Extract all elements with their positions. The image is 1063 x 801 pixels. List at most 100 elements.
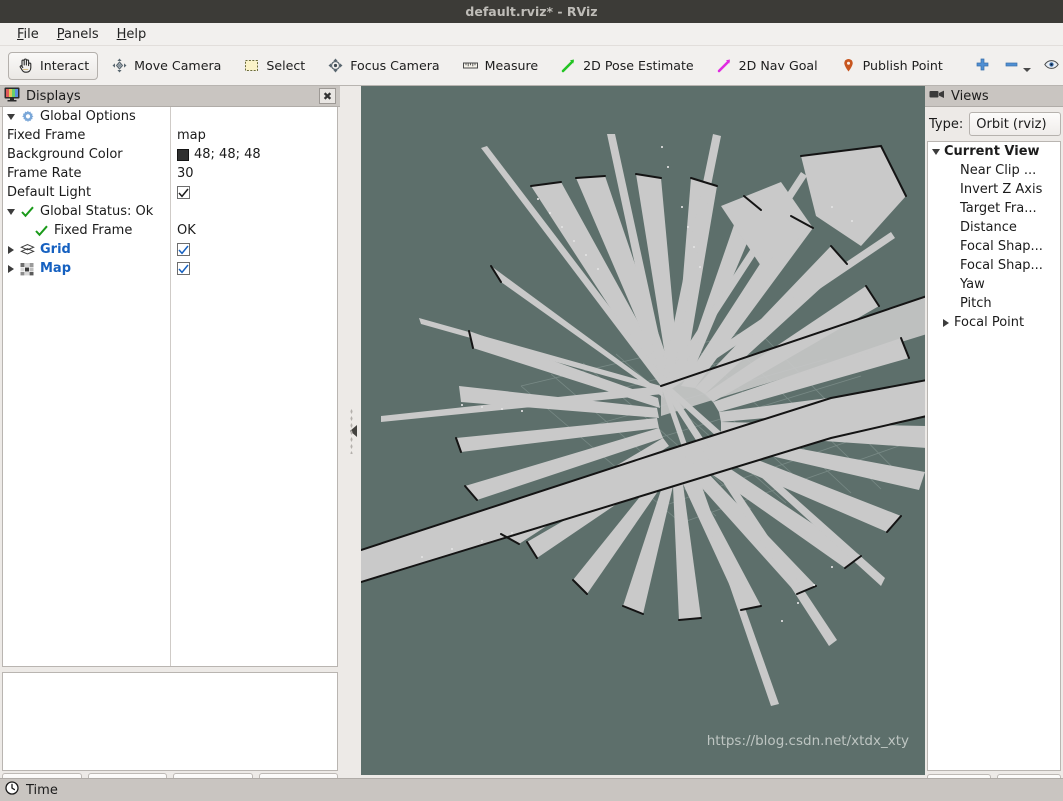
views-label: Focal Shap... [944, 239, 1043, 254]
views-panel-title: Views [951, 89, 989, 104]
menu-help[interactable]: Help [108, 25, 156, 44]
views-label: Distance [944, 220, 1017, 235]
time-panel-title: Time [26, 783, 58, 798]
views-row-focal-shape-fixed[interactable]: Focal Shap... [928, 256, 1060, 275]
views-row-near-clip[interactable]: Near Clip ... [928, 161, 1060, 180]
views-row-pitch[interactable]: Pitch [928, 294, 1060, 313]
expander-down-icon[interactable] [3, 114, 19, 120]
tree-label: Fixed Frame [3, 128, 85, 143]
views-row-target-frame[interactable]: Target Fra... [928, 199, 1060, 218]
tree-row-map[interactable]: Map [3, 259, 337, 278]
tree-label: Global Options [36, 109, 136, 124]
close-icon[interactable]: ✖ [319, 88, 336, 104]
visibility-button[interactable] [1037, 54, 1063, 77]
grid-layers-icon [19, 243, 36, 257]
tree-row-fixed-frame[interactable]: Fixed Frame map [3, 126, 337, 145]
3d-render-view[interactable]: https://blog.csdn.net/xtdx_xty [361, 86, 925, 775]
chevron-down-icon [1023, 68, 1031, 72]
tree-row-background-color[interactable]: Background Color 48; 48; 48 [3, 145, 337, 164]
window-titlebar: default.rviz* - RViz [0, 0, 1063, 23]
views-label: Pitch [944, 296, 992, 311]
tree-row-grid[interactable]: Grid [3, 240, 337, 259]
views-row-current-view[interactable]: Current View [928, 142, 1060, 161]
displays-tree[interactable]: Global Options Fixed Frame map Backgroun… [2, 107, 338, 667]
view-type-select[interactable]: Orbit (rviz) [969, 112, 1061, 136]
frame-rate-value: 30 [177, 166, 194, 181]
view-type-row: Type: Orbit (rviz) [925, 107, 1063, 141]
tree-row-global-status[interactable]: Global Status: Ok [3, 202, 337, 221]
color-swatch[interactable] [177, 149, 189, 161]
map-checkbox[interactable] [177, 262, 190, 275]
tree-value[interactable] [177, 243, 190, 256]
check-green-icon [19, 206, 36, 218]
magenta-arrow-icon [716, 57, 733, 74]
views-row-invert-z-axis[interactable]: Invert Z Axis [928, 180, 1060, 199]
tool-focus-camera-label: Focus Camera [350, 58, 439, 73]
views-dock: Views Type: Orbit (rviz) Current View Ne… [925, 86, 1063, 801]
views-row-focal-point[interactable]: Focal Point [928, 313, 1060, 332]
tree-row-status-fixed-frame[interactable]: Fixed Frame OK [3, 221, 337, 240]
tool-interact-label: Interact [40, 58, 89, 73]
tree-value[interactable]: 30 [177, 166, 194, 181]
grid-checkbox[interactable] [177, 243, 190, 256]
tree-value[interactable]: map [177, 128, 206, 143]
expander-right-icon[interactable] [938, 319, 954, 327]
default-light-checkbox[interactable] [177, 186, 190, 199]
ruler-icon [462, 57, 479, 74]
remove-tool-button[interactable] [997, 54, 1037, 77]
tool-2d-nav-goal[interactable]: 2D Nav Goal [707, 52, 827, 80]
gear-icon [19, 110, 36, 124]
tree-row-frame-rate[interactable]: Frame Rate 30 [3, 164, 337, 183]
expander-right-icon[interactable] [3, 246, 19, 254]
view-type-label: Type: [929, 117, 963, 132]
tool-select[interactable]: Select [234, 52, 314, 80]
time-panel-header: Time [0, 778, 1063, 801]
green-arrow-icon [560, 57, 577, 74]
views-row-distance[interactable]: Distance [928, 218, 1060, 237]
tree-value[interactable]: 48; 48; 48 [177, 147, 261, 162]
views-row-focal-shape-size[interactable]: Focal Shap... [928, 237, 1060, 256]
clock-icon [5, 781, 19, 799]
tree-label: Fixed Frame [50, 223, 132, 238]
left-panel-collapse-handle[interactable] [348, 86, 359, 775]
views-panel-header: Views [925, 86, 1063, 107]
background-color-value: 48; 48; 48 [194, 147, 261, 162]
tree-row-global-options[interactable]: Global Options [3, 107, 337, 126]
tree-value: OK [177, 223, 196, 238]
menu-panels[interactable]: Panels [48, 25, 108, 44]
expander-right-icon[interactable] [3, 265, 19, 273]
expander-down-icon[interactable] [928, 149, 944, 155]
expander-down-icon[interactable] [3, 209, 19, 215]
check-green-icon [33, 225, 50, 237]
minus-icon [1003, 56, 1020, 73]
tree-label: Frame Rate [3, 166, 81, 181]
tool-2d-pose-estimate[interactable]: 2D Pose Estimate [551, 52, 703, 80]
tool-publish-point[interactable]: Publish Point [831, 52, 952, 80]
tree-value[interactable] [177, 262, 190, 275]
display-properties-pane[interactable] [2, 672, 338, 771]
tool-move-camera[interactable]: Move Camera [102, 52, 230, 80]
views-label: Focal Shap... [944, 258, 1043, 273]
tool-measure-label: Measure [485, 58, 539, 73]
tree-row-default-light[interactable]: Default Light [3, 183, 337, 202]
tree-label: Map [36, 261, 71, 276]
views-label: Current View [944, 144, 1040, 159]
displays-panel-title: Displays [26, 89, 81, 104]
tool-interact[interactable]: Interact [8, 52, 98, 80]
tool-focus-camera[interactable]: Focus Camera [318, 52, 448, 80]
main-body: https://blog.csdn.net/xtdx_xty [0, 86, 1063, 801]
views-label: Yaw [944, 277, 985, 292]
views-row-yaw[interactable]: Yaw [928, 275, 1060, 294]
hand-pointer-icon [17, 57, 34, 74]
tool-2d-pose-estimate-label: 2D Pose Estimate [583, 58, 694, 73]
menu-file[interactable]: File [8, 25, 48, 44]
tree-label: Default Light [3, 185, 91, 200]
add-tool-button[interactable] [968, 54, 997, 77]
tool-move-camera-label: Move Camera [134, 58, 221, 73]
views-label: Near Clip ... [944, 163, 1036, 178]
tool-measure[interactable]: Measure [453, 52, 548, 80]
views-tree[interactable]: Current View Near Clip ... Invert Z Axis… [927, 141, 1061, 771]
status-fixed-frame-value: OK [177, 223, 196, 238]
eye-icon [1043, 56, 1060, 73]
tree-value[interactable] [177, 186, 190, 199]
